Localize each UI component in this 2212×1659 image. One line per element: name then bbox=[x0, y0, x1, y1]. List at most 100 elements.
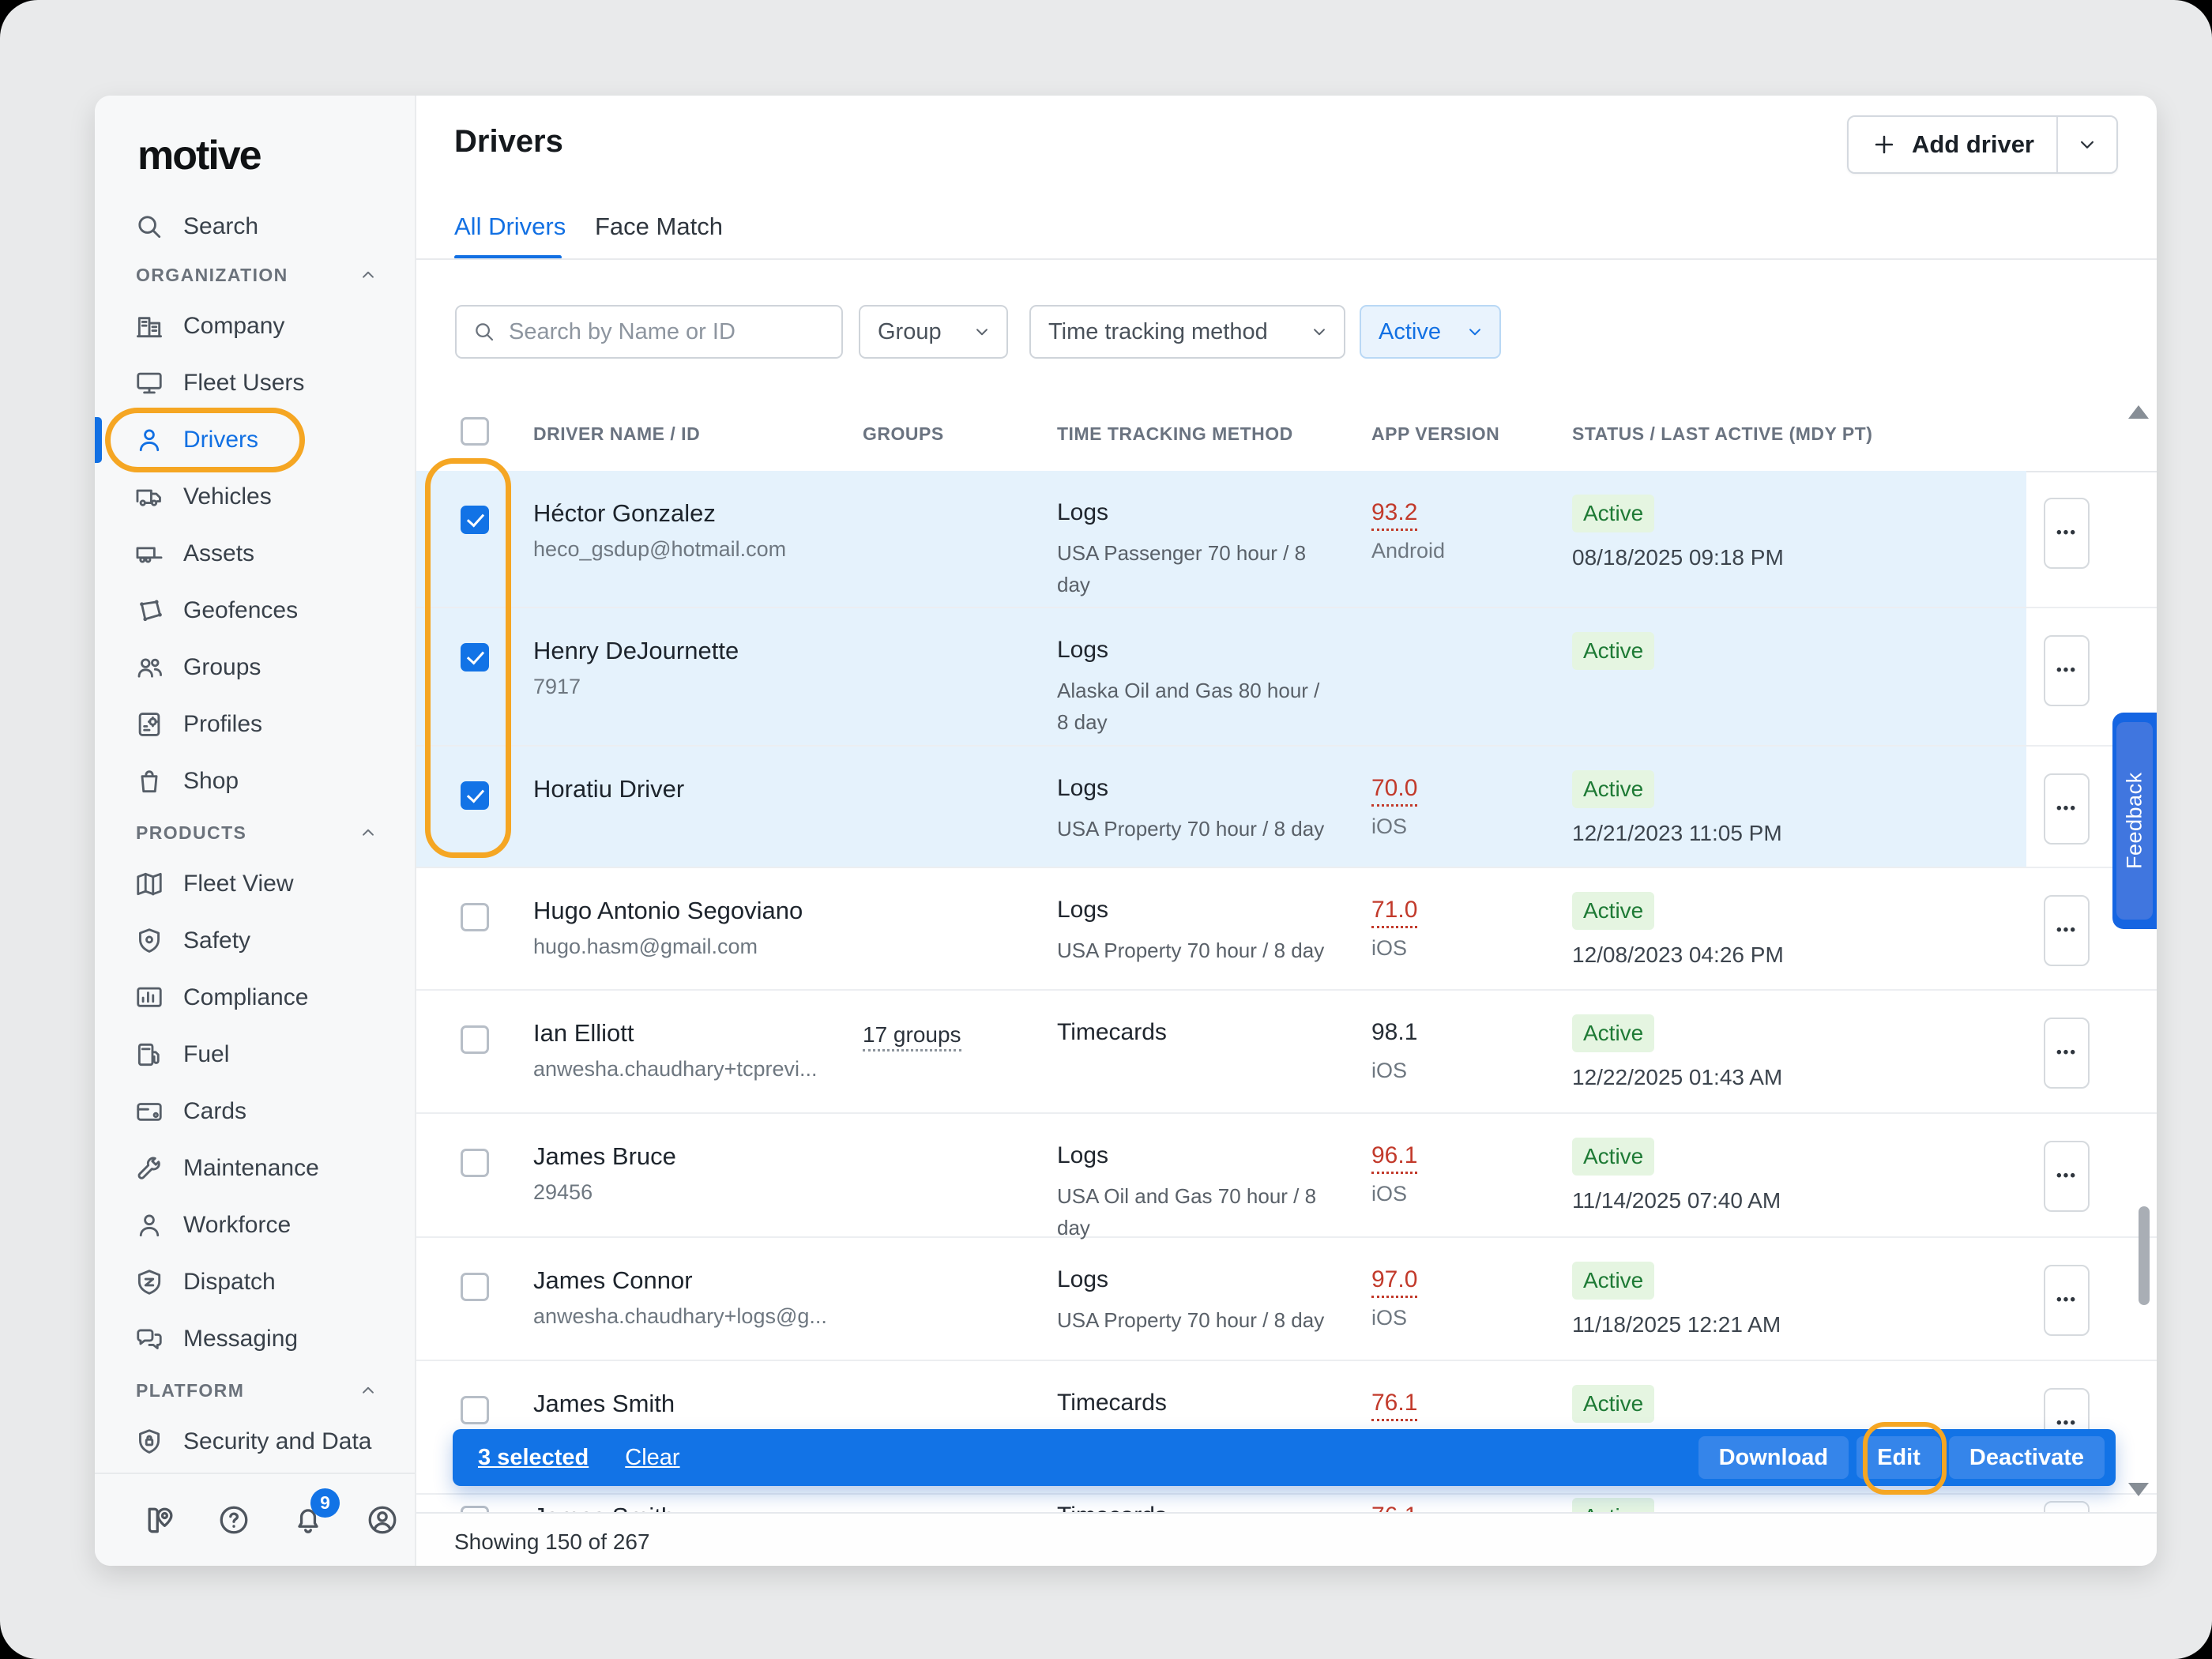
column-driver-name[interactable]: DRIVER NAME / ID bbox=[533, 423, 700, 445]
scrollbar-up-button[interactable] bbox=[2128, 405, 2149, 419]
time-tracking-method: Logs bbox=[1057, 499, 1108, 526]
feedback-tab[interactable]: Feedback bbox=[2112, 713, 2157, 929]
tab-all-drivers[interactable]: All Drivers bbox=[454, 213, 566, 241]
tab-face-match[interactable]: Face Match bbox=[595, 213, 723, 241]
row-checkbox[interactable] bbox=[461, 506, 489, 534]
row-menu-button[interactable] bbox=[2044, 1265, 2090, 1336]
column-time-tracking[interactable]: TIME TRACKING METHOD bbox=[1057, 423, 1293, 445]
sidebar-item-safety[interactable]: Safety bbox=[95, 912, 415, 969]
time-tracking-filter[interactable]: Time tracking method bbox=[1029, 305, 1345, 359]
sidebar-item-vehicles[interactable]: Vehicles bbox=[95, 468, 415, 525]
status-badge: Active bbox=[1572, 1498, 1654, 1512]
sidebar-item-workforce[interactable]: Workforce bbox=[95, 1197, 415, 1254]
row-menu-button[interactable] bbox=[2044, 895, 2090, 966]
sidebar-item-assets[interactable]: Assets bbox=[95, 525, 415, 582]
sidebar-item-drivers[interactable]: Drivers bbox=[95, 412, 415, 468]
time-tracking-method: Logs bbox=[1057, 1142, 1108, 1169]
column-groups[interactable]: GROUPS bbox=[863, 423, 944, 445]
app-platform: Android bbox=[1371, 539, 1445, 563]
row-menu-button[interactable] bbox=[2044, 498, 2090, 569]
sidebar-item-maintenance[interactable]: Maintenance bbox=[95, 1140, 415, 1197]
app-version[interactable]: 96.1 bbox=[1371, 1142, 1417, 1174]
app-version[interactable]: 71.0 bbox=[1371, 897, 1417, 928]
sidebar-item-security-and-data[interactable]: Security and Data bbox=[95, 1413, 415, 1470]
app-version[interactable]: 70.0 bbox=[1371, 775, 1417, 807]
sidebar-item-dispatch[interactable]: Dispatch bbox=[95, 1254, 415, 1311]
status-filter[interactable]: Active bbox=[1360, 305, 1501, 359]
sidebar-item-search[interactable]: Search bbox=[95, 201, 415, 252]
row-checkbox[interactable] bbox=[461, 1273, 489, 1301]
row-menu-button[interactable] bbox=[2044, 1141, 2090, 1212]
sidebar-item-label: Search bbox=[183, 213, 258, 240]
column-status[interactable]: STATUS / LAST ACTIVE (MDY PT) bbox=[1572, 423, 1872, 445]
driver-id: heco_gsdup@hotmail.com bbox=[533, 537, 786, 562]
search-input[interactable] bbox=[507, 318, 826, 346]
driver-id: 29456 bbox=[533, 1180, 592, 1205]
last-active-date: 11/14/2025 07:40 AM bbox=[1572, 1188, 1781, 1213]
row-menu-button[interactable] bbox=[2044, 773, 2090, 845]
row-menu-button[interactable] bbox=[2044, 1018, 2090, 1089]
scrollbar-thumb[interactable] bbox=[2139, 1206, 2150, 1305]
deactivate-button[interactable]: Deactivate bbox=[1949, 1436, 2105, 1479]
driver-id: anwesha.chaudhary+logs@g... bbox=[533, 1304, 827, 1329]
app-version[interactable]: 76.1 bbox=[1371, 1390, 1417, 1421]
sidebar-item-label: Fleet View bbox=[183, 871, 294, 897]
sidebar-section-organization[interactable]: ORGANIZATION bbox=[95, 252, 415, 298]
scrollbar-down-button[interactable] bbox=[2128, 1483, 2149, 1496]
row-checkbox[interactable] bbox=[461, 643, 489, 672]
sidebar-item-label: Fleet Users bbox=[183, 370, 304, 397]
last-active-date: 12/22/2025 01:43 AM bbox=[1572, 1065, 1782, 1090]
row-checkbox[interactable] bbox=[461, 1396, 489, 1424]
time-tracking-ruleset: USA Oil and Gas 70 hour / 8 day bbox=[1057, 1180, 1335, 1244]
chevron-down-icon bbox=[1309, 322, 1330, 342]
row-checkbox[interactable] bbox=[461, 1025, 489, 1054]
sidebar-section-products[interactable]: PRODUCTS bbox=[95, 810, 415, 856]
time-tracking-method: Timecards bbox=[1057, 1019, 1167, 1046]
notifications-icon[interactable]: 9 bbox=[291, 1503, 325, 1537]
chevron-down-icon bbox=[972, 322, 992, 342]
account-icon[interactable] bbox=[365, 1503, 400, 1537]
help-icon[interactable] bbox=[216, 1503, 251, 1537]
select-all-checkbox[interactable] bbox=[461, 417, 489, 446]
row-checkbox[interactable] bbox=[461, 903, 489, 931]
sidebar-item-label: Shop bbox=[183, 768, 239, 795]
app-version[interactable]: 76.1 bbox=[1371, 1503, 1417, 1512]
app-version[interactable]: 93.2 bbox=[1371, 499, 1417, 531]
sidebar-item-compliance[interactable]: Compliance bbox=[95, 969, 415, 1026]
cards-icon bbox=[134, 1097, 164, 1127]
add-driver-label: Add driver bbox=[1912, 130, 2034, 159]
row-checkbox[interactable] bbox=[461, 1506, 489, 1512]
add-driver-button[interactable]: Add driver bbox=[1849, 117, 2056, 172]
edit-button[interactable]: Edit bbox=[1856, 1436, 1941, 1479]
selected-count-link[interactable]: 3 selected bbox=[478, 1445, 589, 1471]
map-book-icon[interactable] bbox=[142, 1503, 177, 1537]
column-app-version[interactable]: APP VERSION bbox=[1371, 423, 1499, 445]
download-button[interactable]: Download bbox=[1698, 1436, 1849, 1479]
sidebar-item-cards[interactable]: Cards bbox=[95, 1083, 415, 1140]
sidebar-item-fleet-view[interactable]: Fleet View bbox=[95, 856, 415, 912]
app-version[interactable]: 97.0 bbox=[1371, 1266, 1417, 1298]
row-menu-button[interactable] bbox=[2044, 635, 2090, 706]
row-checkbox[interactable] bbox=[461, 781, 489, 810]
sidebar-item-label: Dispatch bbox=[183, 1269, 276, 1296]
groups-link[interactable]: 17 groups bbox=[863, 1022, 961, 1051]
sidebar-item-label: Fuel bbox=[183, 1041, 229, 1068]
add-driver-menu-button[interactable] bbox=[2058, 117, 2116, 172]
clear-selection-link[interactable]: Clear bbox=[625, 1445, 679, 1471]
time-tracking-ruleset: USA Passenger 70 hour / 8 day bbox=[1057, 537, 1335, 601]
sidebar-item-geofences[interactable]: Geofences bbox=[95, 582, 415, 639]
row-menu-button[interactable] bbox=[2044, 1501, 2090, 1512]
sidebar-section-platform[interactable]: PLATFORM bbox=[95, 1367, 415, 1413]
sidebar-item-fuel[interactable]: Fuel bbox=[95, 1026, 415, 1083]
sidebar-item-company[interactable]: Company bbox=[95, 298, 415, 355]
sidebar-footer: 9 bbox=[95, 1473, 415, 1566]
sidebar-item-profiles[interactable]: Profiles bbox=[95, 696, 415, 753]
sidebar-item-label: Security and Data bbox=[183, 1428, 371, 1455]
sidebar-item-fleet-users[interactable]: Fleet Users bbox=[95, 355, 415, 412]
sidebar-item-messaging[interactable]: Messaging bbox=[95, 1311, 415, 1367]
sidebar-item-groups[interactable]: Groups bbox=[95, 639, 415, 696]
chevron-up-icon bbox=[358, 1380, 378, 1401]
row-checkbox[interactable] bbox=[461, 1149, 489, 1177]
group-filter[interactable]: Group bbox=[859, 305, 1008, 359]
sidebar-item-shop[interactable]: Shop bbox=[95, 753, 415, 810]
